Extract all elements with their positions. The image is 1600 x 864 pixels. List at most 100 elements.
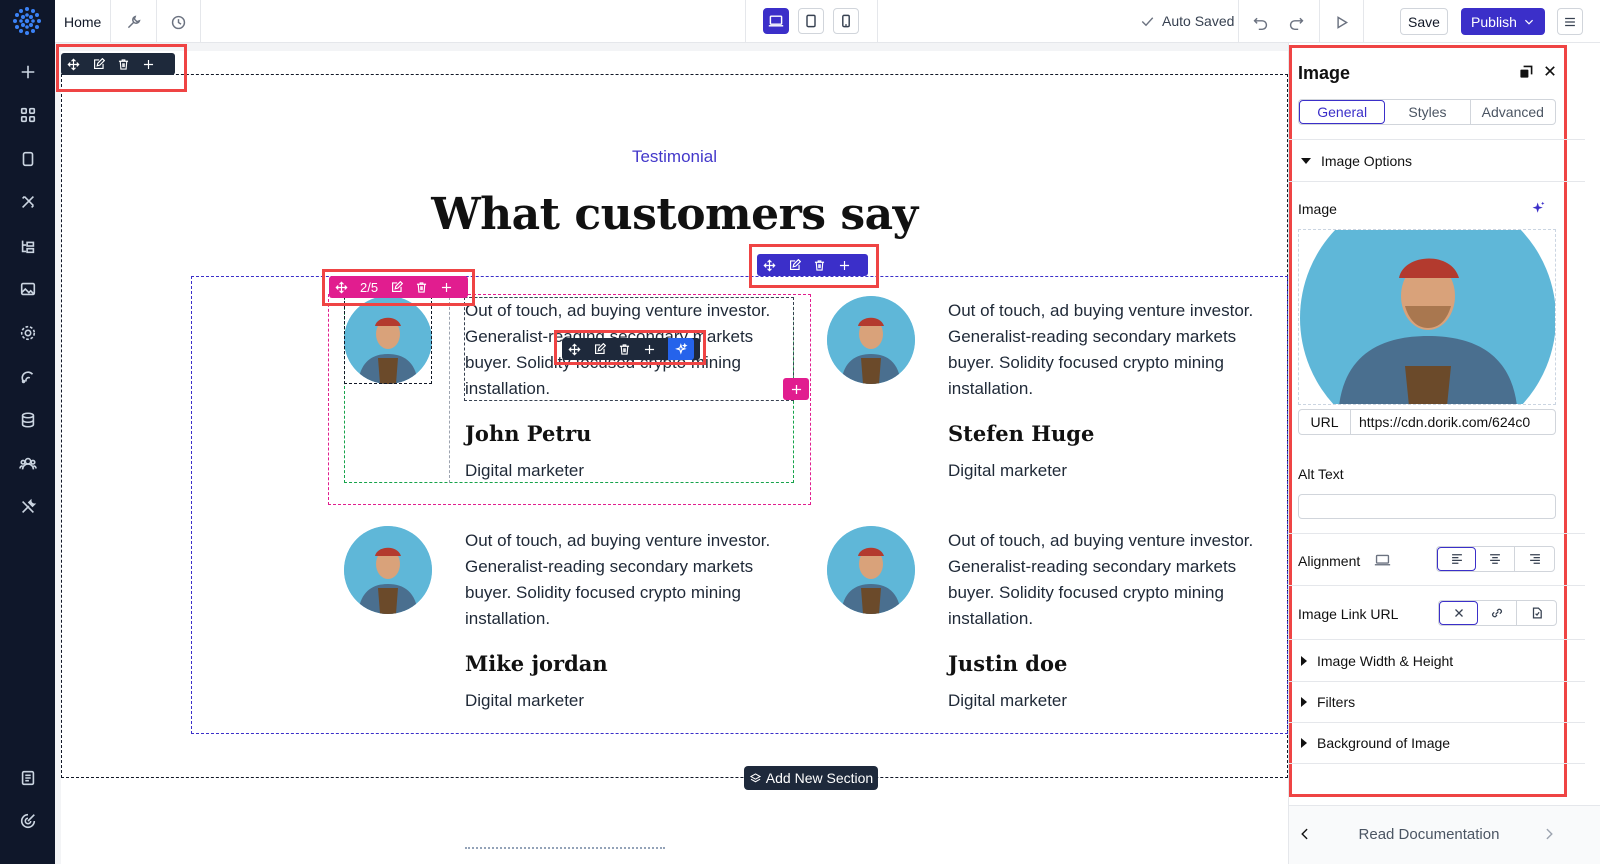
person-photo-icon [1300,230,1555,404]
panel-title: Image [1298,63,1351,83]
image-link-label: Image Link URL [1298,606,1399,622]
caret-right-icon [1301,738,1307,748]
add-element-icon[interactable] [14,58,42,86]
ai-sparkle-icon[interactable] [1530,200,1547,222]
plus-icon [791,384,801,394]
add-new-section-button[interactable]: Add New Section [744,766,878,790]
settings-icon[interactable] [14,319,42,347]
testimonial-quote-3[interactable]: Out of touch, ad buying venture investor… [465,528,795,632]
notes-icon[interactable] [14,764,42,792]
save-button[interactable]: Save [1400,8,1448,35]
testimonial-quote-4[interactable]: Out of touch, ad buying venture investor… [948,528,1278,632]
auto-saved-label: Auto Saved [1162,13,1235,29]
undo-icon[interactable] [1249,11,1271,33]
members-icon[interactable] [14,450,42,478]
testimonial-avatar-2[interactable] [827,296,915,384]
home-breadcrumb[interactable]: Home [64,14,101,30]
highlight-row-toolbar [749,244,879,288]
tablet-view-button[interactable] [798,8,824,34]
desktop-view-button[interactable] [763,8,789,34]
publish-button[interactable]: Publish [1461,8,1545,35]
image-options-accordion[interactable]: Image Options [1301,153,1412,169]
chevron-right-icon[interactable] [1542,827,1556,846]
testimonial-role-4[interactable]: Digital marketer [948,691,1067,711]
design-tools-icon[interactable] [14,188,42,216]
filters-accordion[interactable]: Filters [1301,694,1355,710]
align-center-icon[interactable] [1476,547,1515,571]
help-icon[interactable] [14,807,42,835]
testimonial-name-2[interactable]: Stefen Huge [948,421,1094,446]
integrations-icon[interactable] [14,363,42,391]
align-left-icon[interactable] [1437,547,1476,571]
page-link-icon[interactable] [1517,601,1556,625]
close-icon[interactable] [1543,64,1557,83]
responsive-desktop-icon[interactable] [1374,552,1391,574]
tab-advanced[interactable]: Advanced [1471,100,1555,124]
top-bar: Home Auto Saved Save Publish [55,0,1600,43]
testimonial-role-2[interactable]: Digital marketer [948,461,1067,481]
section-eyebrow[interactable]: Testimonial [61,147,1288,167]
caret-down-icon [1301,158,1311,164]
tab-general[interactable]: General [1299,100,1386,124]
testimonial-role-3[interactable]: Digital marketer [465,691,584,711]
column-add-button[interactable] [783,378,809,400]
image-selected-outline[interactable] [344,296,432,384]
editor-canvas: Testimonial What customers say Out of to… [55,43,1288,864]
testimonial-role-1[interactable]: Digital marketer [465,461,584,481]
section-heading[interactable]: What customers say [61,189,1288,240]
left-sidebar [0,0,55,864]
caret-right-icon [1301,656,1307,666]
detach-panel-icon[interactable] [1518,64,1534,85]
url-label: URL [1299,410,1351,434]
panel-tabs: General Styles Advanced [1298,99,1556,125]
testimonial-avatar-4[interactable] [827,526,915,614]
mobile-view-button[interactable] [833,8,859,34]
link-icon[interactable] [1478,601,1517,625]
media-icon[interactable] [14,275,42,303]
background-accordion[interactable]: Background of Image [1301,735,1450,751]
alt-text-label: Alt Text [1298,466,1344,482]
read-documentation-bar: Read Documentation [1289,805,1600,864]
dorik-logo-icon[interactable] [12,6,42,36]
testimonial-name-3[interactable]: Mike jordan [465,651,608,676]
highlight-section-toolbar [56,44,187,92]
hamburger-icon [1565,17,1575,26]
menu-button[interactable] [1557,8,1583,35]
navigator-icon[interactable] [14,232,42,260]
blocks-icon[interactable] [14,101,42,129]
testimonial-quote-2[interactable]: Out of touch, ad buying venture investor… [948,298,1278,402]
image-link-buttons [1438,600,1557,626]
history-icon[interactable] [167,11,189,33]
preview-play-icon[interactable] [1330,11,1352,33]
image-field-label: Image [1298,201,1337,217]
alt-text-input[interactable] [1298,494,1556,519]
testimonial-name-1[interactable]: John Petru [465,421,591,446]
align-right-icon[interactable] [1515,547,1554,571]
auto-saved-status: Auto Saved [1140,13,1234,29]
chevron-down-icon [1524,19,1533,25]
check-icon [1141,16,1154,26]
testimonial-name-4[interactable]: Justin doe [948,651,1067,676]
page-preview: Testimonial What customers say Out of to… [61,51,1288,864]
testimonial-avatar-3[interactable] [344,526,432,614]
wrench-icon[interactable] [122,11,144,33]
image-url-field[interactable]: URL https://cdn.dorik.com/624c0 [1298,409,1556,435]
publish-label: Publish [1471,13,1517,30]
database-icon[interactable] [14,406,42,434]
image-options-label: Image Options [1321,153,1413,169]
redo-icon[interactable] [1285,11,1307,33]
person-photo-icon [344,526,432,614]
tab-styles[interactable]: Styles [1385,100,1471,124]
image-size-accordion[interactable]: Image Width & Height [1301,653,1453,669]
highlight-element-toolbar [554,330,706,365]
url-value[interactable]: https://cdn.dorik.com/624c0 [1351,410,1555,434]
next-section-peek [465,847,665,851]
read-documentation-link[interactable]: Read Documentation [1289,826,1569,843]
filters-label: Filters [1317,694,1356,710]
image-preview[interactable] [1298,229,1556,405]
tools-icon[interactable] [14,493,42,521]
pages-icon[interactable] [14,145,42,173]
alignment-buttons [1436,546,1555,572]
no-link-close-icon[interactable] [1439,601,1478,625]
alignment-label: Alignment [1298,553,1361,569]
